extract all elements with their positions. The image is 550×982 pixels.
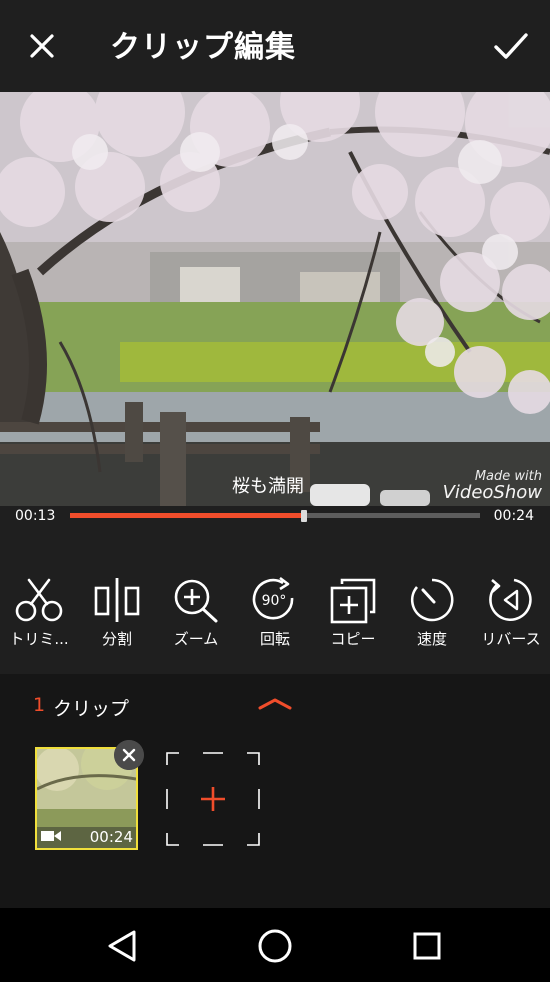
scissors-icon (15, 578, 63, 622)
split-label: 分割 (101, 630, 132, 648)
rotate-badge: 90° (262, 593, 287, 609)
speed-label: 速度 (416, 630, 447, 648)
copy-icon (330, 578, 376, 624)
collapse-chevron-icon[interactable] (256, 692, 294, 714)
home-icon[interactable] (255, 926, 295, 966)
cherry-blossom-image (0, 92, 550, 506)
zoom-tool[interactable]: ズーム (157, 576, 235, 656)
seek-progress (70, 513, 304, 518)
speed-tool[interactable]: 速度 (393, 576, 471, 656)
seek-bar[interactable] (70, 510, 480, 522)
clip-duration: 00:24 (89, 828, 133, 846)
rotate-label: 回転 (259, 630, 290, 648)
video-preview[interactable]: 桜も満開 Made with VideoShow (0, 92, 550, 506)
page-title: クリップ編集 (110, 30, 296, 65)
app-header: クリップ編集 (0, 0, 550, 92)
split-tool[interactable]: 分割 (78, 576, 156, 656)
reverse-icon (489, 578, 532, 621)
back-icon[interactable] (102, 926, 142, 966)
system-nav-bar (0, 908, 550, 982)
clip-panel: 1 クリップ 00:24 (0, 674, 550, 908)
split-icon (94, 578, 140, 622)
zoom-label: ズーム (173, 630, 219, 648)
trim-label: トリミ... (9, 630, 69, 648)
trim-tool[interactable]: トリミ... (0, 576, 78, 656)
close-icon[interactable] (22, 26, 62, 66)
rotate-tool[interactable]: 90° 回転 (236, 576, 314, 656)
check-icon[interactable] (490, 26, 532, 66)
recents-icon[interactable] (407, 926, 447, 966)
video-caption: 桜も満開 (232, 476, 304, 497)
copy-label: コピー (330, 630, 376, 648)
rotate-icon: 90° (252, 576, 294, 620)
seek-thumb[interactable] (300, 510, 307, 522)
reverse-tool[interactable]: リバース (472, 576, 550, 656)
add-clip-button[interactable] (165, 751, 261, 847)
video-camera-icon (41, 831, 61, 841)
copy-tool[interactable]: コピー (314, 576, 392, 656)
current-time: 00:13 (15, 508, 56, 524)
speed-icon (410, 578, 454, 622)
remove-clip-icon[interactable] (114, 740, 144, 770)
zoom-in-icon (174, 579, 218, 623)
edit-toolbar: トリミ... 分割 ズーム 90° 回転 コピー 速度 リバース (0, 546, 550, 674)
reverse-label: リバース (481, 630, 541, 648)
clip-count-label: クリップ (53, 698, 130, 720)
playback-timeline: 00:13 00:24 (0, 506, 550, 546)
watermark-videoshow: VideoShow (442, 482, 542, 503)
total-time: 00:24 (493, 508, 534, 524)
clip-count: 1 (33, 694, 46, 716)
